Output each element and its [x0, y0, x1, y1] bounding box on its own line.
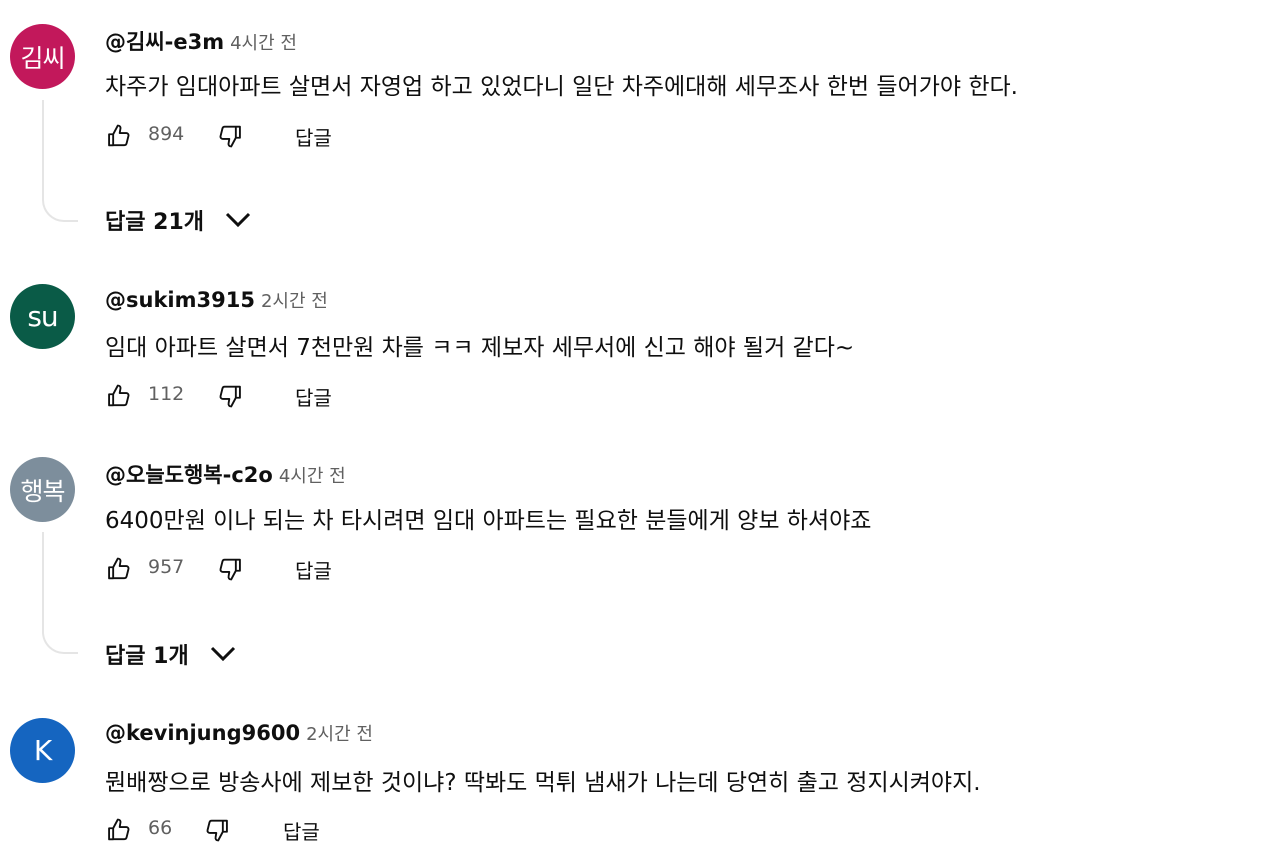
view-replies-button[interactable]: 답글 21개 [105, 204, 252, 236]
like-count: 66 [148, 817, 173, 839]
comment-text: 6400만원 이나 되는 차 타시려면 임대 아파트는 필요한 분들에게 양보 … [105, 508, 872, 534]
comment-actions: 66 답글 [105, 815, 505, 845]
replies-count-label: 답글 1개 [105, 644, 189, 669]
reply-button[interactable]: 답글 [295, 555, 332, 584]
thumbs-down-icon[interactable] [216, 121, 244, 151]
chevron-down-icon [210, 646, 235, 662]
thread-line [42, 532, 78, 654]
replies-count-label: 답글 21개 [105, 210, 204, 235]
reply-button[interactable]: 답글 [295, 382, 332, 411]
comment-time[interactable]: 2시간 전 [306, 724, 373, 745]
comment-header: @오늘도행복-c2o 4시간 전 [105, 459, 346, 489]
comment-author[interactable]: @sukim3915 [105, 288, 255, 312]
avatar[interactable]: 행복 [10, 457, 75, 522]
comment-time[interactable]: 2시간 전 [261, 291, 328, 312]
comment-header: @sukim3915 2시간 전 [105, 287, 328, 313]
comment-thread: K @kevinjung9600 2시간 전 뭔배짱으로 방송사에 제보한 것이냐… [0, 705, 1280, 862]
reply-button[interactable]: 답글 [295, 122, 332, 151]
comment-author[interactable]: @오늘도행복-c2o [105, 463, 273, 487]
thumbs-down-icon[interactable] [203, 815, 231, 845]
chevron-down-icon [225, 212, 251, 228]
comment-actions: 957 답글 [105, 554, 505, 584]
comment-time[interactable]: 4시간 전 [230, 33, 297, 54]
thumbs-up-icon[interactable] [105, 381, 133, 411]
comment-author[interactable]: @kevinjung9600 [105, 721, 300, 745]
avatar[interactable]: K [10, 718, 75, 783]
view-replies-button[interactable]: 답글 1개 [105, 638, 237, 670]
comment-author[interactable]: @김씨-e3m [105, 30, 224, 54]
thread-line [42, 100, 78, 222]
like-count: 894 [148, 123, 185, 145]
comment-header: @kevinjung9600 2시간 전 [105, 720, 373, 746]
comment-text: 임대 아파트 살면서 7천만원 차를 ㅋㅋ 제보자 세무서에 신고 해야 될거 … [105, 335, 855, 361]
comment-thread: 김씨 @김씨-e3m 4시간 전 차주가 임대아파트 살면서 자영업 하고 있었다… [0, 0, 1280, 250]
thumbs-down-icon[interactable] [216, 554, 244, 584]
thumbs-up-icon[interactable] [105, 815, 133, 845]
avatar[interactable]: 김씨 [10, 24, 75, 89]
like-count: 957 [148, 556, 185, 578]
comment-actions: 894 답글 [105, 121, 505, 151]
comment-text: 차주가 임대아파트 살면서 자영업 하고 있었다니 일단 차주에대해 세무조사 … [105, 74, 1018, 100]
comment-text: 뭔배짱으로 방송사에 제보한 것이냐? 딱봐도 먹튀 냄새가 나는데 당연히 출… [105, 770, 981, 796]
like-count: 112 [148, 383, 185, 405]
comment-header: @김씨-e3m 4시간 전 [105, 26, 297, 56]
thumbs-up-icon[interactable] [105, 121, 133, 151]
avatar[interactable]: su [10, 284, 75, 349]
comment-time[interactable]: 4시간 전 [279, 466, 346, 487]
reply-button[interactable]: 답글 [283, 816, 320, 845]
thumbs-down-icon[interactable] [216, 381, 244, 411]
comment-actions: 112 답글 [105, 381, 505, 411]
thumbs-up-icon[interactable] [105, 554, 133, 584]
comment-thread: 행복 @오늘도행복-c2o 4시간 전 6400만원 이나 되는 차 타시려면 임… [0, 445, 1280, 680]
comment-thread: su @sukim3915 2시간 전 임대 아파트 살면서 7천만원 차를 ㅋㅋ… [0, 270, 1280, 420]
